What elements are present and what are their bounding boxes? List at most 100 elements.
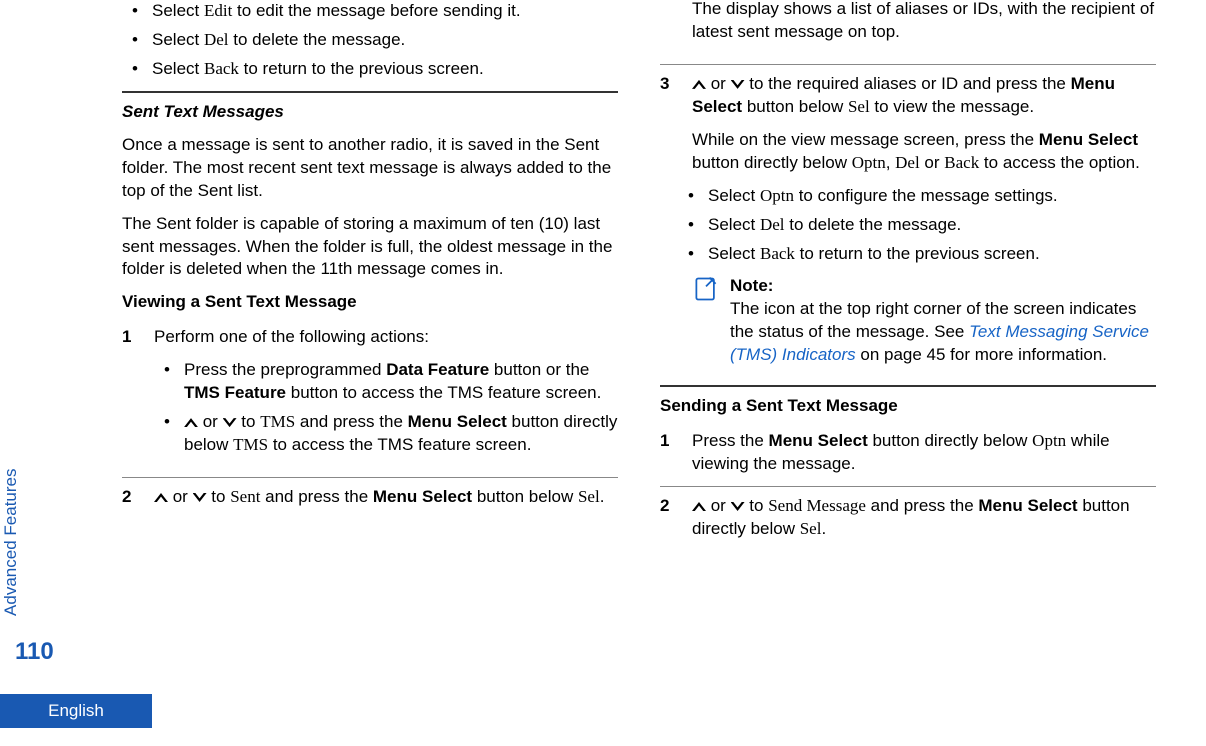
text: to return to the previous screen.	[239, 59, 484, 78]
softkey-label: Sel	[800, 519, 822, 538]
text: ,	[886, 153, 895, 172]
divider	[122, 91, 618, 93]
paragraph: The display shows a list of aliases or I…	[692, 0, 1156, 44]
list-item: Select Optn to configure the message set…	[702, 185, 1156, 208]
text: While on the view message screen, press …	[692, 130, 1039, 149]
paragraph: While on the view message screen, press …	[692, 129, 1156, 175]
list-item: Select Back to return to the previous sc…	[702, 243, 1156, 266]
note-content: Note: The icon at the top right corner o…	[730, 275, 1156, 367]
softkey-label: Edit	[204, 1, 232, 20]
button-label: Menu Select	[373, 487, 472, 506]
step-3-bullets: Select Optn to configure the message set…	[692, 185, 1156, 266]
text: to view the message.	[870, 97, 1034, 116]
step-3: 3 or to the required aliases or ID and p…	[660, 73, 1156, 375]
step-2: 2 or to Sent and press the Menu Select b…	[122, 486, 618, 509]
list-item: Select Del to delete the message.	[702, 214, 1156, 237]
text: and press the	[260, 487, 372, 506]
list-item: Select Del to delete the message.	[146, 29, 618, 52]
text: or	[706, 74, 731, 93]
up-arrow-icon	[184, 418, 198, 427]
text: Press the preprogrammed	[184, 360, 386, 379]
text: button to access the TMS feature screen.	[286, 383, 601, 402]
text: button below	[742, 97, 848, 116]
softkey-label: Sel	[578, 487, 600, 506]
softkey-label: Optn	[1032, 431, 1066, 450]
text: and press the	[866, 496, 978, 515]
intro-bullets: Select Edit to edit the message before s…	[122, 0, 618, 81]
paragraph: Once a message is sent to another radio,…	[122, 134, 618, 203]
softkey-label: Back	[944, 153, 979, 172]
text: to	[207, 487, 231, 506]
down-arrow-icon	[731, 80, 745, 89]
right-column: The display shows a list of aliases or I…	[660, 0, 1156, 686]
text: to delete the message.	[229, 30, 406, 49]
left-column: Select Edit to edit the message before s…	[122, 0, 618, 686]
note-icon	[692, 275, 720, 303]
text: to delete the message.	[785, 215, 962, 234]
text: to access the option.	[979, 153, 1140, 172]
button-label: Menu Select	[408, 412, 507, 431]
language-text: English	[48, 700, 104, 723]
text: on page 45 for more information.	[856, 345, 1107, 364]
softkey-label: TMS	[260, 412, 295, 431]
text: to the required aliases or ID and press …	[745, 74, 1071, 93]
text: Select	[708, 244, 760, 263]
text: to edit the message before sending it.	[232, 1, 520, 20]
step-number: 2	[660, 495, 674, 541]
button-label: Menu Select	[769, 431, 868, 450]
section-heading-view: Viewing a Sent Text Message	[122, 291, 618, 314]
text: or	[168, 487, 193, 506]
text: button or the	[489, 360, 589, 379]
section-heading-send: Sending a Sent Text Message	[660, 395, 1156, 418]
text: Select	[152, 59, 204, 78]
paragraph: or to the required aliases or ID and pre…	[692, 73, 1156, 119]
softkey-label: Del	[204, 30, 229, 49]
note-box: Note: The icon at the top right corner o…	[692, 275, 1156, 367]
text: Perform one of the following actions:	[154, 326, 618, 349]
softkey-label: Del	[760, 215, 785, 234]
down-arrow-icon	[193, 493, 207, 502]
button-label: Menu Select	[1039, 130, 1138, 149]
step-number: 2	[122, 486, 136, 509]
list-item: Select Back to return to the previous sc…	[146, 58, 618, 81]
section-label: Advanced Features	[0, 469, 23, 616]
step-body: The display shows a list of aliases or I…	[692, 0, 1156, 54]
text: Select	[152, 30, 204, 49]
text: button directly below	[868, 431, 1032, 450]
step-body: Perform one of the following actions: Pr…	[154, 326, 618, 467]
step-body: or to the required aliases or ID and pre…	[692, 73, 1156, 375]
step-number-spacer	[660, 0, 674, 54]
text: .	[821, 519, 826, 538]
text: or	[198, 412, 223, 431]
softkey-label: Back	[204, 59, 239, 78]
list-item: Press the preprogrammed Data Feature but…	[178, 359, 618, 405]
button-label: Data Feature	[386, 360, 489, 379]
softkey-label: Sent	[230, 487, 260, 506]
text: button directly below	[692, 153, 852, 172]
text: to access the TMS feature screen.	[268, 435, 531, 454]
list-item: or to TMS and press the Menu Select butt…	[178, 411, 618, 457]
divider	[660, 385, 1156, 387]
down-arrow-icon	[223, 418, 237, 427]
text: Select	[152, 1, 204, 20]
text: or	[920, 153, 945, 172]
softkey-label: Optn	[852, 153, 886, 172]
button-label: Menu Select	[978, 496, 1077, 515]
step-1-bullets: Press the preprogrammed Data Feature but…	[154, 359, 618, 457]
step-body: or to Send Message and press the Menu Se…	[692, 495, 1156, 541]
text: to	[237, 412, 261, 431]
down-arrow-icon	[731, 502, 745, 511]
document-page: Advanced Features 110 English Select Edi…	[0, 0, 1206, 746]
softkey-label: Del	[895, 153, 920, 172]
content-columns: Select Edit to edit the message before s…	[122, 0, 1156, 686]
page-number: 110	[15, 636, 54, 668]
text: to	[745, 496, 769, 515]
paragraph: The Sent folder is capable of storing a …	[122, 213, 618, 282]
text: Press the	[692, 431, 769, 450]
button-label: TMS Feature	[184, 383, 286, 402]
text: to configure the message settings.	[794, 186, 1058, 205]
step-body: or to Sent and press the Menu Select but…	[154, 486, 618, 509]
send-step-2: 2 or to Send Message and press the Menu …	[660, 495, 1156, 541]
step-1: 1 Perform one of the following actions: …	[122, 326, 618, 467]
softkey-label: Send Message	[768, 496, 866, 515]
